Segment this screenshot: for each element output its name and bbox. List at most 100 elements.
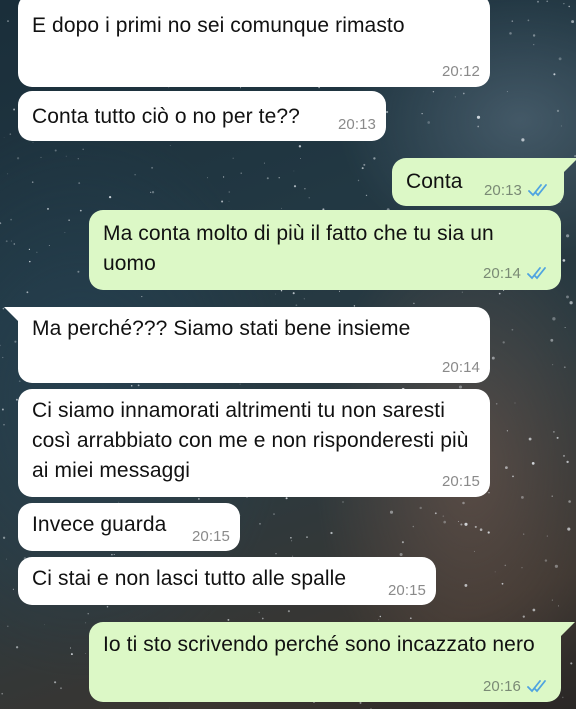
star [522, 615, 525, 618]
star [287, 610, 290, 613]
star [494, 571, 496, 573]
message-text: Ci stai e non lasci tutto alle spalle [32, 567, 347, 590]
star [16, 157, 20, 160]
star [514, 402, 516, 404]
star [26, 291, 29, 294]
message-time: 20:16 [482, 678, 521, 695]
star [556, 436, 559, 439]
star [550, 338, 554, 342]
star [462, 92, 465, 95]
star [10, 218, 12, 221]
star [460, 523, 463, 526]
star [523, 533, 525, 535]
star [7, 20, 9, 22]
star [421, 113, 423, 115]
star [563, 366, 566, 369]
star [68, 219, 70, 221]
star [14, 340, 17, 343]
star [5, 240, 8, 243]
star [0, 344, 1, 347]
star [558, 57, 562, 61]
star [228, 200, 230, 202]
incoming-message[interactable]: Conta tutto ciò o no per te?? 20:13 [18, 91, 386, 141]
star [168, 87, 170, 89]
outgoing-message[interactable]: Conta 20:13 [392, 158, 564, 206]
star [1, 692, 4, 695]
star [385, 110, 389, 114]
star [77, 157, 80, 160]
star [31, 181, 34, 183]
star [533, 44, 535, 46]
star [521, 567, 523, 569]
star [0, 222, 2, 225]
star [563, 3, 565, 5]
star [363, 163, 366, 166]
incoming-message[interactable]: Ci stai e non lasci tutto alle spalle 20… [18, 557, 436, 605]
star [521, 138, 525, 142]
star [300, 158, 301, 159]
star [293, 185, 297, 188]
message-time: 20:15 [387, 582, 426, 599]
star [46, 207, 50, 210]
star [15, 646, 19, 649]
star [532, 34, 536, 37]
star [527, 19, 530, 22]
star [293, 170, 295, 172]
star [3, 423, 5, 426]
star [228, 191, 231, 193]
incoming-message[interactable]: Invece guarda 20:15 [18, 503, 240, 551]
star [454, 96, 457, 98]
incoming-message[interactable]: Ci siamo innamorati altrimenti tu non sa… [18, 389, 490, 497]
star [290, 536, 292, 539]
star [108, 195, 112, 199]
star [504, 564, 507, 567]
star [169, 707, 170, 709]
star [553, 73, 556, 76]
star [79, 209, 82, 212]
star [13, 243, 16, 245]
star [342, 501, 344, 503]
outgoing-message[interactable]: Ma conta molto di più il fatto che tu si… [89, 210, 561, 290]
star [442, 515, 445, 517]
star [512, 475, 514, 478]
star [261, 617, 264, 620]
star [474, 525, 477, 528]
bubble-tail [561, 622, 575, 636]
star [571, 20, 575, 24]
message-time: 20:14 [482, 265, 521, 282]
incoming-message[interactable]: Ma perché??? Siamo stati bene insieme 20… [18, 307, 490, 383]
star [206, 177, 209, 179]
star [291, 540, 293, 542]
star [476, 115, 481, 119]
message-text: Ci siamo innamorati altrimenti tu non sa… [32, 399, 469, 482]
star [40, 156, 42, 158]
star [357, 179, 360, 182]
message-time: 20:13 [337, 116, 376, 133]
incoming-message[interactable]: E dopo i primi no sei comunque rimasto 2… [18, 0, 490, 87]
star [6, 558, 7, 560]
star [7, 625, 9, 627]
bubble-tail [4, 307, 18, 321]
star [554, 564, 558, 568]
star [7, 173, 9, 175]
star [44, 624, 45, 626]
star [134, 174, 136, 176]
star [12, 588, 14, 590]
star [54, 149, 57, 152]
star [373, 157, 376, 160]
star [221, 200, 224, 203]
star [77, 270, 80, 273]
star [85, 622, 87, 624]
star [278, 177, 280, 179]
star [412, 525, 415, 528]
star [10, 240, 12, 242]
star [537, 0, 539, 3]
star [273, 513, 275, 515]
star [503, 289, 505, 291]
star [560, 125, 562, 127]
outgoing-message[interactable]: Io ti sto scrivendo perché sono incazzat… [89, 622, 561, 702]
star [113, 553, 115, 556]
star [551, 495, 553, 497]
star [69, 647, 72, 649]
star [232, 157, 234, 159]
